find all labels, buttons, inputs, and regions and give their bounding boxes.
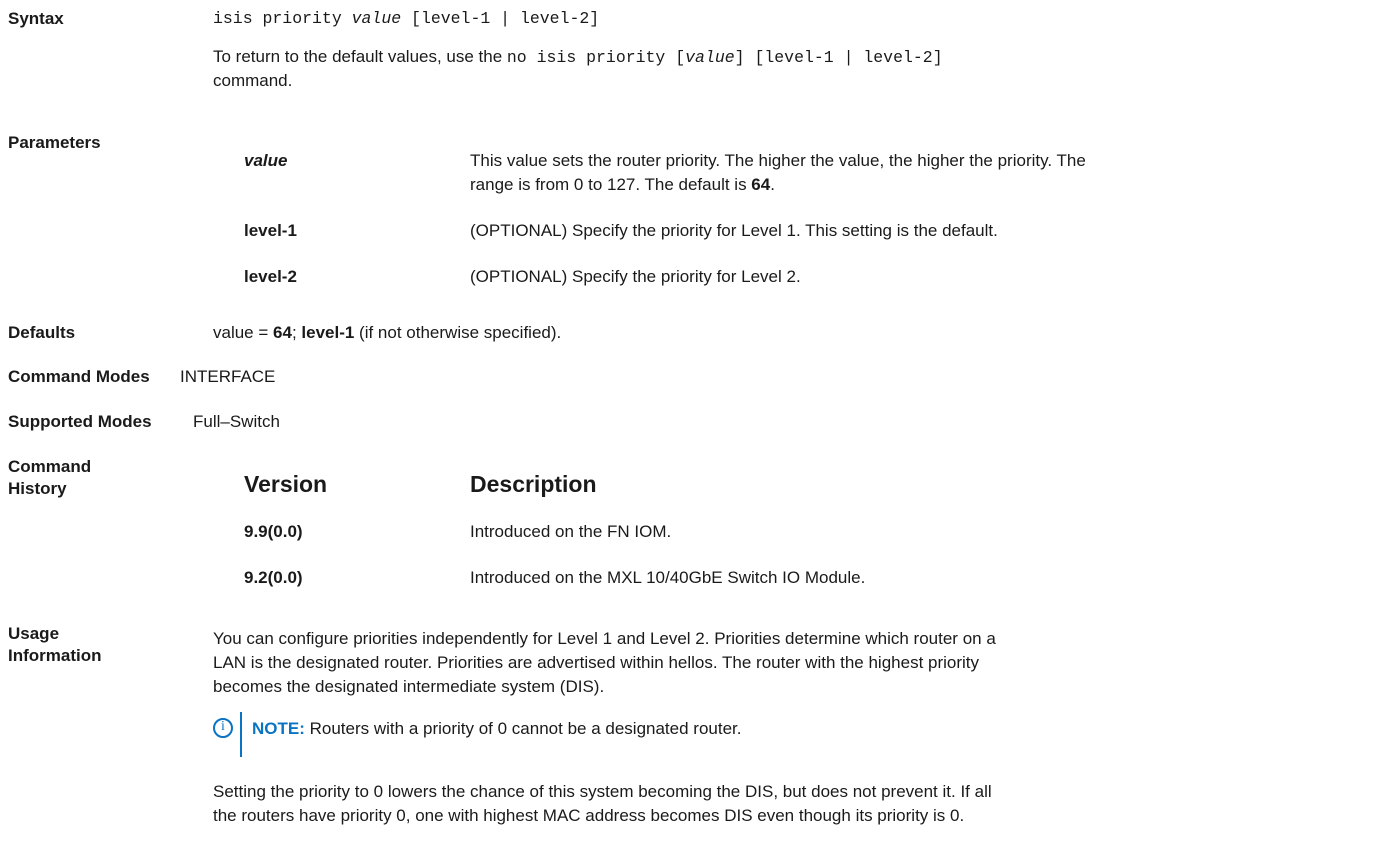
history-version-2: 9.2(0.0) (244, 568, 303, 587)
history-col-description: Description (470, 471, 597, 497)
param-desc-level-2: (OPTIONAL) Specify the priority for Leve… (470, 267, 801, 286)
syntax-command: isis priority value [level-1 | level-2] (213, 9, 600, 28)
command-modes-label: Command Modes (8, 367, 150, 386)
usage-label-line2: Information (8, 646, 102, 665)
param-name-level-2: level-2 (244, 267, 297, 286)
param-name-level-1: level-1 (244, 221, 297, 240)
param-desc-value-line2: range is from 0 to 127. The default is 6… (470, 175, 775, 194)
usage-para1-line2: LAN is the designated router. Priorities… (213, 653, 980, 672)
defaults-label: Defaults (8, 323, 76, 342)
history-col-version: Version (244, 471, 328, 497)
info-icon: i (213, 718, 233, 738)
supported-modes-label: Supported Modes (8, 412, 152, 431)
command-modes-value: INTERFACE (180, 367, 276, 386)
defaults-value: value = 64; level-1 (if not otherwise sp… (213, 323, 562, 342)
param-name-value: value (244, 151, 288, 170)
syntax-return-tail: command. (213, 71, 293, 90)
parameters-label: Parameters (8, 133, 101, 152)
command-history-label-line2: History (8, 479, 67, 498)
history-description-2: Introduced on the MXL 10/40GbE Switch IO… (470, 568, 866, 587)
usage-para2-line2: the routers have priority 0, one with hi… (213, 806, 965, 825)
note-divider (240, 712, 242, 757)
history-description-1: Introduced on the FN IOM. (470, 522, 672, 541)
note-text: NOTE: Routers with a priority of 0 canno… (252, 719, 742, 738)
syntax-return-line: To return to the default values, use the… (213, 47, 943, 67)
usage-para1-line3: becomes the designated intermediate syst… (213, 677, 605, 696)
command-history-label-line1: Command (8, 457, 92, 476)
usage-label-line1: Usage (8, 624, 60, 643)
usage-para2-line1: Setting the priority to 0 lowers the cha… (213, 782, 992, 801)
param-desc-value-line1: This value sets the router priority. The… (470, 151, 1086, 170)
usage-para1-line1: You can configure priorities independent… (213, 629, 996, 648)
supported-modes-value: Full–Switch (193, 412, 280, 431)
syntax-label: Syntax (8, 9, 64, 28)
param-desc-level-1: (OPTIONAL) Specify the priority for Leve… (470, 221, 998, 240)
history-version-1: 9.9(0.0) (244, 522, 303, 541)
